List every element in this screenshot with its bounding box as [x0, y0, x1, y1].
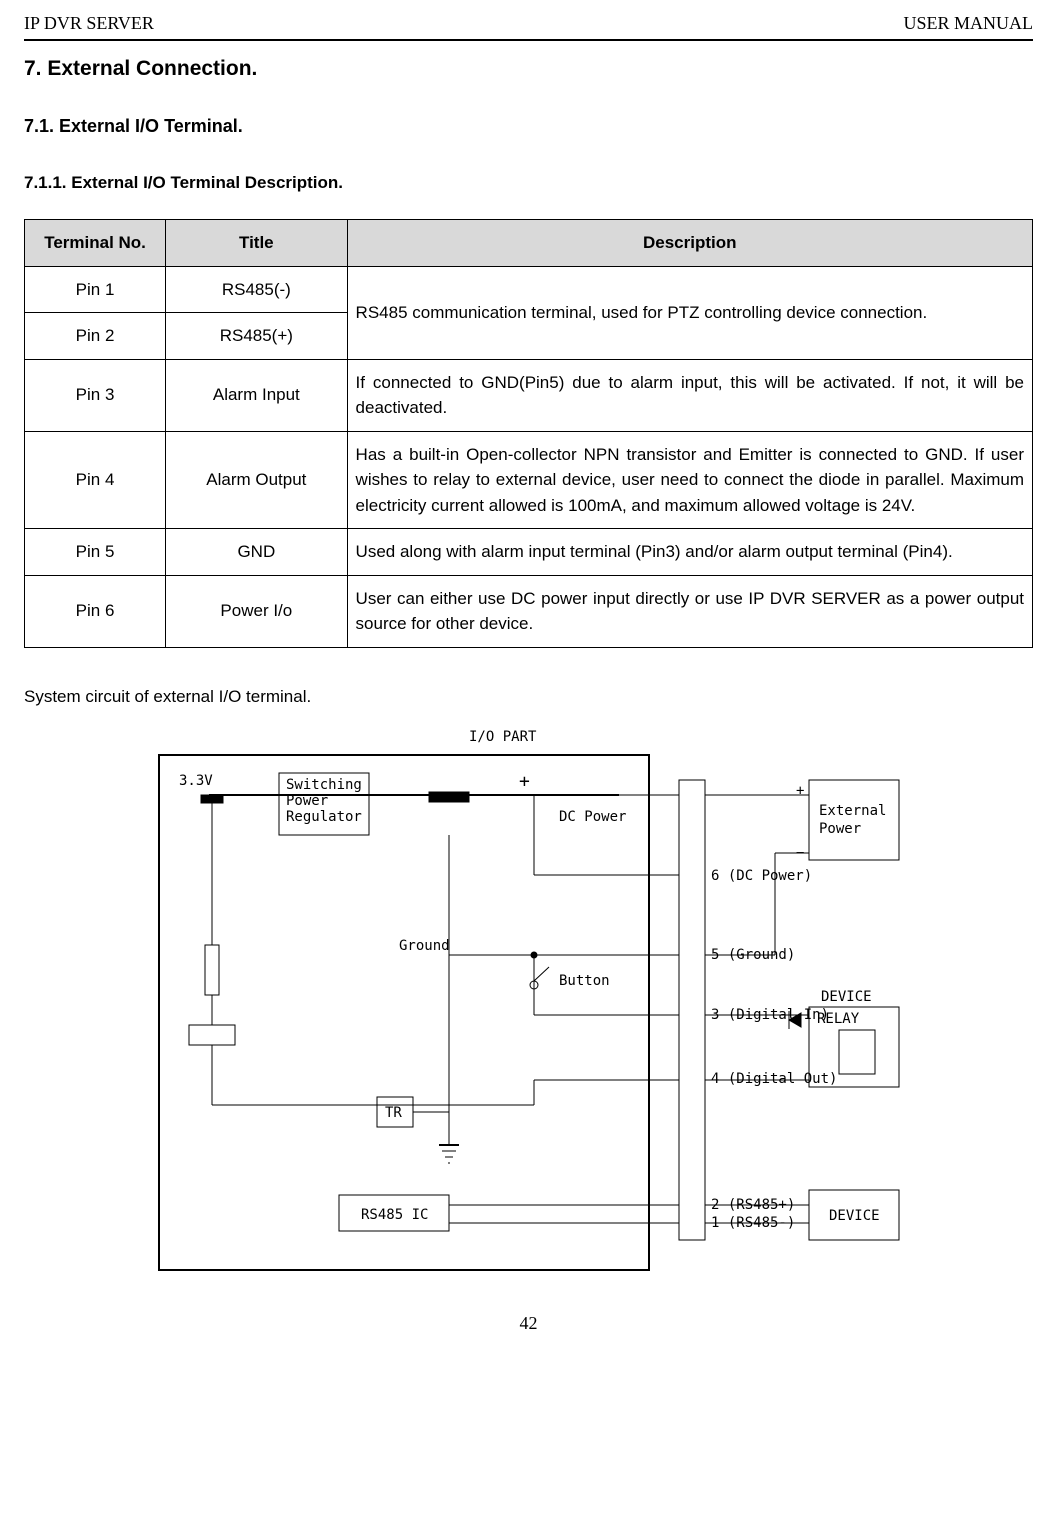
label-ground: Ground — [399, 938, 450, 954]
cell-pin-title: RS485(+) — [166, 313, 347, 360]
header-left: IP DVR SERVER — [24, 10, 154, 37]
section-heading: 7. External Connection. — [24, 53, 1033, 85]
label-extpower-line1: External — [819, 803, 886, 819]
label-spr-line2: Power — [286, 793, 328, 809]
page-number: 42 — [24, 1310, 1033, 1337]
table-row: Pin 5 GND Used along with alarm input te… — [25, 529, 1033, 576]
label-relay: RELAY — [817, 1011, 860, 1027]
th-description: Description — [347, 220, 1032, 267]
cell-pin-desc: Has a built-in Open-collector NPN transi… — [347, 431, 1032, 529]
cell-pin-title: RS485(-) — [166, 266, 347, 313]
page-header: IP DVR SERVER USER MANUAL — [24, 10, 1033, 41]
subsubsection-heading: 7.1.1. External I/O Terminal Description… — [24, 170, 1033, 196]
cell-pin-desc: Used along with alarm input terminal (Pi… — [347, 529, 1032, 576]
cell-pin-no: Pin 4 — [25, 431, 166, 529]
diagram-caption: System circuit of external I/O terminal. — [24, 684, 1033, 710]
th-terminal-no: Terminal No. — [25, 220, 166, 267]
label-rs485ic: RS485 IC — [361, 1207, 428, 1223]
label-spr-line3: Regulator — [286, 809, 362, 825]
table-header-row: Terminal No. Title Description — [25, 220, 1033, 267]
table-row: Pin 4 Alarm Output Has a built-in Open-c… — [25, 431, 1033, 529]
label-dcpower: DC Power — [559, 809, 626, 825]
label-extplus: + — [796, 783, 804, 799]
diagram-title: I/O PART — [469, 729, 537, 745]
label-spr-line1: Switching — [286, 777, 362, 793]
label-button: Button — [559, 973, 610, 989]
io-terminal-table: Terminal No. Title Description Pin 1 RS4… — [24, 219, 1033, 648]
label-device2: DEVICE — [829, 1208, 880, 1224]
cell-pin-no: Pin 5 — [25, 529, 166, 576]
table-row: Pin 1 RS485(-) RS485 communication termi… — [25, 266, 1033, 313]
cell-pin-title: GND — [166, 529, 347, 576]
cell-pin-desc: RS485 communication terminal, used for P… — [347, 266, 1032, 359]
cell-pin-no: Pin 1 — [25, 266, 166, 313]
label-tr: TR — [385, 1105, 402, 1121]
circuit-diagram: I/O PART 3.3V Switching Power Regulator … — [24, 725, 1033, 1280]
label-pin6: 6 (DC Power) — [711, 868, 812, 884]
subsection-heading: 7.1. External I/O Terminal. — [24, 113, 1033, 140]
cell-pin-no: Pin 3 — [25, 359, 166, 431]
th-title: Title — [166, 220, 347, 267]
header-right: USER MANUAL — [903, 10, 1033, 37]
cell-pin-desc: User can either use DC power input direc… — [347, 575, 1032, 647]
table-row: Pin 6 Power I/o User can either use DC p… — [25, 575, 1033, 647]
cell-pin-no: Pin 2 — [25, 313, 166, 360]
cell-pin-no: Pin 6 — [25, 575, 166, 647]
cell-pin-title: Alarm Input — [166, 359, 347, 431]
cell-pin-title: Power I/o — [166, 575, 347, 647]
table-row: Pin 3 Alarm Input If connected to GND(Pi… — [25, 359, 1033, 431]
label-pin4: 4 (Digital Out) — [711, 1071, 837, 1087]
cell-pin-desc: If connected to GND(Pin5) due to alarm i… — [347, 359, 1032, 431]
label-extpower-line2: Power — [819, 821, 861, 837]
label-device1: DEVICE — [821, 989, 872, 1005]
label-plus: + — [519, 771, 530, 792]
label-3v3: 3.3V — [179, 773, 213, 789]
cell-pin-title: Alarm Output — [166, 431, 347, 529]
